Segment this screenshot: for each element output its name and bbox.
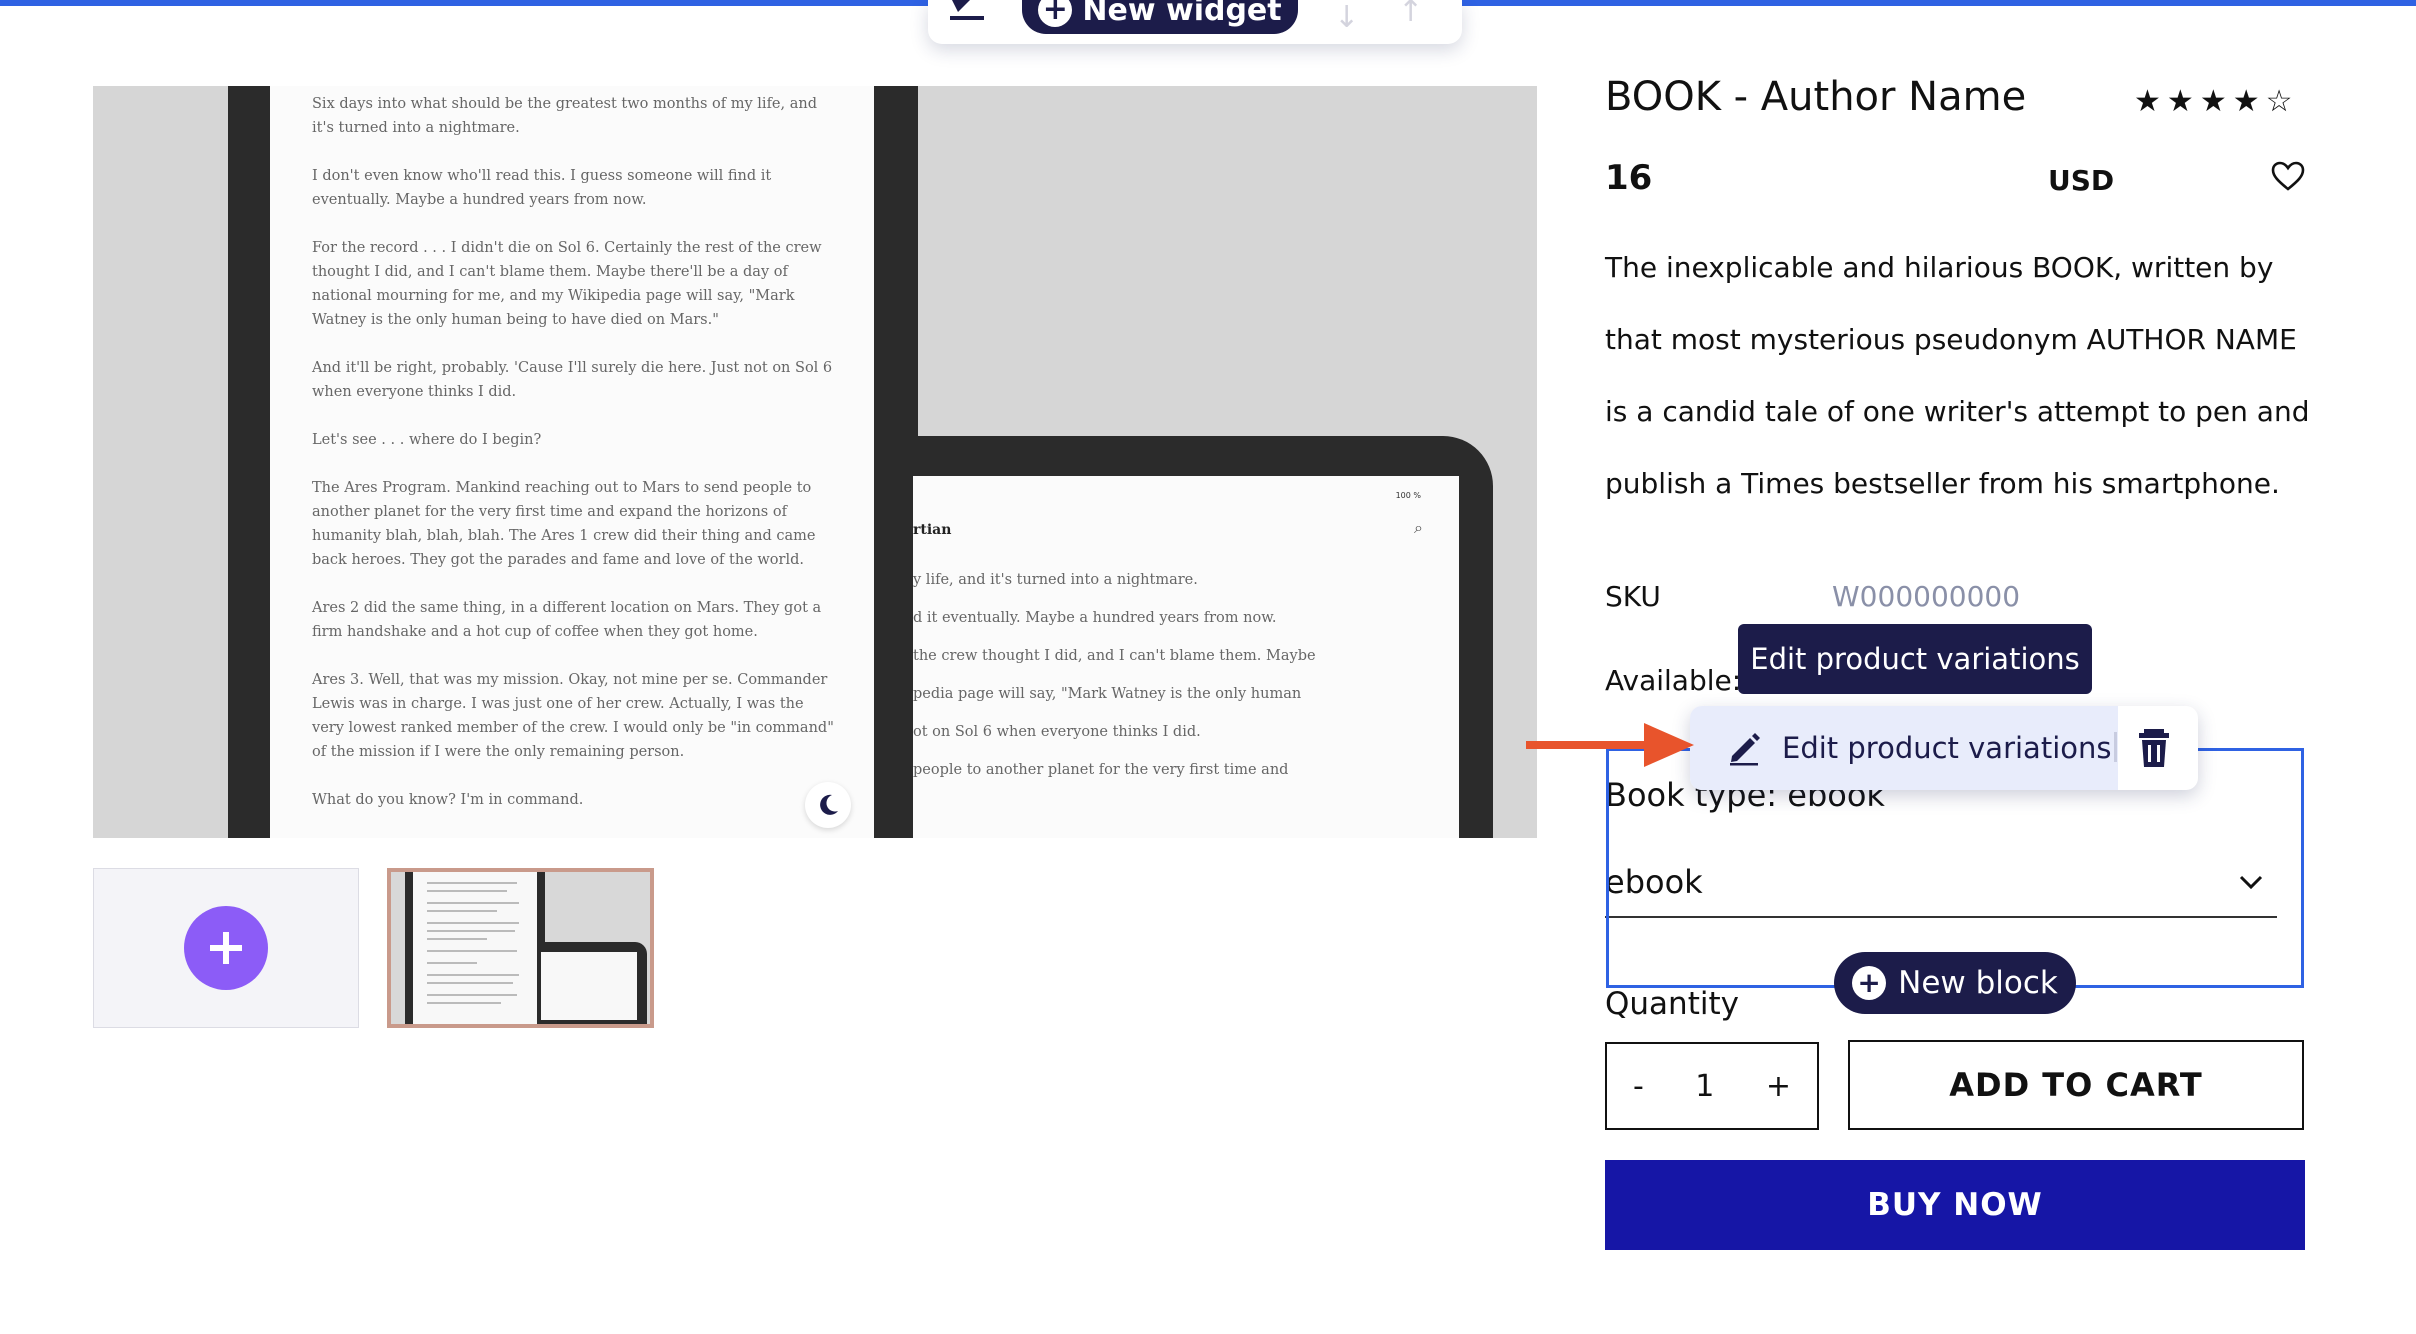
arrow-down-icon[interactable]: ↓	[1334, 0, 1359, 35]
quantity-decrement-button[interactable]: -	[1633, 1069, 1644, 1104]
tablet-line: y life, and it's turned into a nightmare…	[913, 572, 1198, 588]
tablet-line: people to another planet for the very fi…	[913, 762, 1289, 778]
star-filled-icon: ★	[2166, 84, 2200, 119]
reader-paragraph: Ares 2 did the same thing, in a differen…	[312, 600, 822, 640]
thumbnail-line	[427, 930, 515, 932]
add-image-thumbnail[interactable]	[93, 868, 359, 1028]
buy-now-button[interactable]: BUY NOW	[1605, 1160, 2305, 1250]
tablet-line: ot on Sol 6 when everyone thinks I did.	[913, 724, 1201, 740]
add-image-icon	[184, 906, 268, 990]
thumbnail-line	[427, 910, 497, 912]
rating-stars: ★★★★☆	[2134, 84, 2299, 119]
quantity-increment-button[interactable]: +	[1766, 1069, 1791, 1104]
tablet-battery-status: 100 %	[1395, 491, 1421, 500]
moon-icon[interactable]	[805, 782, 851, 828]
quantity-stepper: - 1 +	[1605, 1042, 1819, 1130]
new-widget-button[interactable]: + New widget	[1022, 0, 1298, 34]
tablet-line: pedia page will say, "Mark Watney is the…	[913, 686, 1302, 702]
reader-paragraph: What do you know? I'm in command.	[312, 792, 584, 808]
pencil-icon	[1730, 733, 1760, 766]
product-main-image[interactable]: Six days into what should be the greates…	[93, 86, 1537, 838]
plus-icon: +	[1038, 0, 1073, 27]
plus-icon: +	[1852, 966, 1887, 1000]
sku-value: W000000000	[1832, 580, 2021, 613]
thumbnail-line	[427, 922, 519, 924]
arrow-up-icon[interactable]: ↑	[1398, 0, 1423, 29]
tablet-screen: 100 % rtian ⌕ y life, and it's turned in…	[913, 476, 1459, 838]
edit-product-variations-label: Edit product variations	[1782, 731, 2112, 765]
edit-product-variations-button[interactable]: Edit product variations	[1690, 706, 2118, 790]
star-filled-icon: ★	[2199, 84, 2233, 119]
thumbnail-line	[427, 950, 517, 952]
quantity-label: Quantity	[1605, 986, 1739, 1022]
thumbnail-phone-page	[413, 872, 537, 1024]
widget-toolbar: + New widget ↓ ↑	[928, 0, 1462, 44]
block-toolbar: Edit product variations	[1690, 706, 2198, 790]
reader-paragraph: For the record . . . I didn't die on Sol…	[312, 240, 822, 328]
product-price: 16	[1605, 158, 1653, 198]
thumbnail-line	[427, 974, 519, 976]
reader-paragraph: Ares 3. Well, that was my mission. Okay,…	[312, 672, 834, 760]
thumbnail-tablet-screen	[541, 952, 637, 1020]
tablet-text: y life, and it's turned into a nightmare…	[913, 568, 1433, 796]
thumbnail-tablet	[541, 942, 647, 1024]
reader-paragraph: I don't even know who'll read this. I gu…	[312, 168, 772, 208]
reader-paragraph: And it'll be right, probably. 'Cause I'l…	[312, 360, 833, 400]
edit-variations-tooltip: Edit product variations	[1738, 624, 2092, 694]
thumbnail-line	[427, 962, 477, 964]
thumbnail-line	[427, 938, 487, 940]
product-description: The inexplicable and hilarious BOOK, wri…	[1605, 251, 2310, 500]
product-title: BOOK - Author Name	[1605, 74, 2027, 120]
thumbnail-line	[427, 902, 519, 904]
phone-mockup: Six days into what should be the greates…	[228, 86, 918, 838]
phone-reader-page: Six days into what should be the greates…	[270, 86, 874, 838]
thumbnail-line	[427, 982, 513, 984]
thumbnail-line	[427, 1002, 501, 1004]
quantity-value[interactable]: 1	[1695, 1069, 1714, 1104]
thumbnail-line	[427, 882, 517, 884]
star-empty-icon: ☆	[2265, 84, 2299, 119]
star-filled-icon: ★	[2232, 84, 2266, 119]
thumbnail-phone	[405, 872, 545, 1024]
arrow-right-icon	[1526, 723, 1694, 767]
product-currency: USD	[2048, 164, 2115, 197]
new-block-label: New block	[1898, 965, 2058, 1001]
search-icon: ⌕	[1414, 518, 1423, 537]
sku-label: SKU	[1605, 580, 1661, 613]
reader-paragraph: Let's see . . . where do I begin?	[312, 432, 542, 448]
tablet-mockup: 100 % rtian ⌕ y life, and it's turned in…	[913, 436, 1493, 838]
new-block-button[interactable]: + New block	[1834, 952, 2076, 1014]
product-thumbnail[interactable]	[387, 868, 654, 1028]
thumbnail-line	[427, 994, 517, 996]
toolbar-divider	[2114, 732, 2117, 762]
heart-icon[interactable]	[2270, 160, 2306, 192]
reader-paragraph: Six days into what should be the greates…	[312, 96, 818, 136]
star-filled-icon: ★	[2134, 84, 2167, 119]
tablet-line: the crew thought I did, and I can't blam…	[913, 648, 1316, 664]
reader-paragraph: The Ares Program. Mankind reaching out t…	[312, 480, 816, 568]
available-label: Available:	[1605, 664, 1742, 697]
thumbnail-line	[427, 890, 507, 892]
trash-icon[interactable]	[2130, 724, 2178, 772]
new-widget-label: New widget	[1082, 0, 1282, 28]
tablet-book-title: rtian	[913, 522, 952, 538]
tablet-line: d it eventually. Maybe a hundred years f…	[913, 610, 1277, 626]
add-to-cart-button[interactable]: ADD TO CART	[1848, 1040, 2304, 1130]
edit-icon[interactable]	[946, 0, 990, 24]
